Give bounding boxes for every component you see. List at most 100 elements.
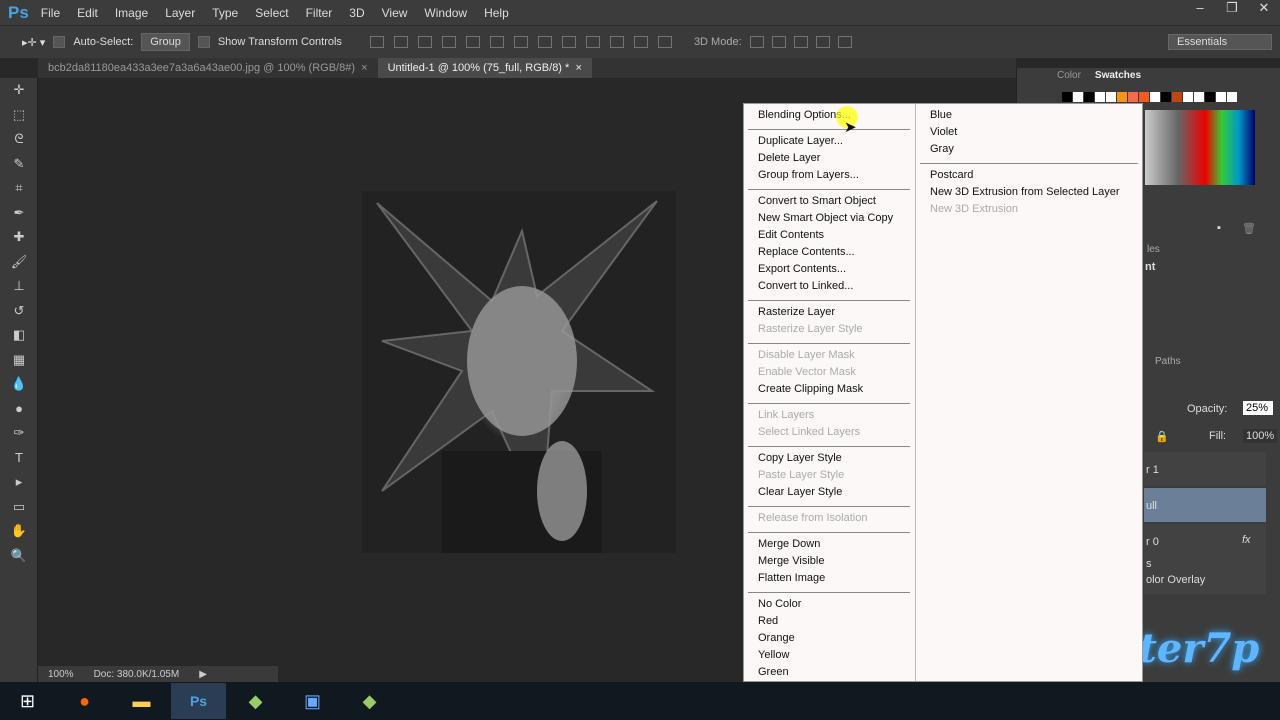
menu-item-convert-to-linked[interactable]: Convert to Linked...: [744, 279, 914, 296]
swatch[interactable]: [1128, 92, 1138, 102]
marquee-tool-icon[interactable]: ⬚: [0, 103, 38, 128]
3d-slide-icon[interactable]: [815, 36, 830, 48]
menu-item-edit-contents[interactable]: Edit Contents: [744, 228, 914, 245]
tab-close-icon[interactable]: ×: [361, 62, 367, 74]
canvas-image[interactable]: [362, 191, 676, 553]
menu-item-new-smart-object-via-copy[interactable]: New Smart Object via Copy: [744, 211, 914, 228]
auto-align-icon[interactable]: [657, 36, 672, 48]
dodge-tool-icon[interactable]: ●: [0, 397, 38, 422]
distribute-right-icon[interactable]: [633, 36, 648, 48]
layer-row[interactable]: r 1: [1144, 452, 1266, 486]
menu-item-green[interactable]: Green: [744, 665, 914, 682]
start-button[interactable]: ⊞: [0, 683, 55, 719]
menu-type[interactable]: Type: [212, 6, 238, 20]
swatch[interactable]: [1062, 92, 1072, 102]
gradient-tool-icon[interactable]: ▦: [0, 348, 38, 373]
type-tool-icon[interactable]: T: [0, 446, 38, 471]
menu-item-export-contents[interactable]: Export Contents...: [744, 262, 914, 279]
menu-select[interactable]: Select: [255, 6, 288, 20]
menu-file[interactable]: File: [41, 6, 60, 20]
eyedropper-tool-icon[interactable]: ✒: [0, 201, 38, 226]
auto-select-checkbox[interactable]: [53, 36, 66, 48]
distribute-vcenter-icon[interactable]: [537, 36, 552, 48]
menu-item-violet[interactable]: Violet: [916, 125, 1142, 142]
zoom-tool-icon[interactable]: 🔍: [0, 544, 38, 569]
swatch[interactable]: [1150, 92, 1160, 102]
crop-tool-icon[interactable]: ⌗: [0, 176, 38, 201]
swatch[interactable]: [1216, 92, 1226, 102]
styles-tab[interactable]: les: [1147, 244, 1160, 255]
new-swatch-icon[interactable]: ▪: [1217, 222, 1221, 234]
quick-select-tool-icon[interactable]: ✎: [0, 152, 38, 177]
menu-image[interactable]: Image: [115, 6, 148, 20]
menu-item-orange[interactable]: Orange: [744, 631, 914, 648]
clone-stamp-tool-icon[interactable]: ⊥: [0, 274, 38, 299]
3d-pan-icon[interactable]: [793, 36, 808, 48]
menu-item-convert-to-smart-object[interactable]: Convert to Smart Object: [744, 194, 914, 211]
swatch[interactable]: [1227, 92, 1237, 102]
zoom-level[interactable]: 100%: [48, 669, 74, 680]
align-left-icon[interactable]: [441, 36, 456, 48]
photoshop-taskbar-icon[interactable]: Ps: [171, 683, 226, 719]
menu-item-new-3d-extrusion-from-selected-layer[interactable]: New 3D Extrusion from Selected Layer: [916, 185, 1142, 202]
history-brush-tool-icon[interactable]: ↺: [0, 299, 38, 324]
menu-item-flatten-image[interactable]: Flatten Image: [744, 571, 914, 588]
swatch[interactable]: [1106, 92, 1116, 102]
menu-item-blending-options[interactable]: Blending Options...: [744, 108, 914, 125]
tab-untitled-1[interactable]: Untitled-1 @ 100% (75_full, RGB/8) * ×: [377, 58, 592, 78]
move-tool-icon[interactable]: ▸✛ ▾: [22, 36, 45, 49]
swatch[interactable]: [1117, 92, 1127, 102]
menu-help[interactable]: Help: [484, 6, 509, 20]
menu-item-group-from-layers[interactable]: Group from Layers...: [744, 168, 914, 185]
layer-row-selected[interactable]: ull: [1144, 488, 1266, 522]
distribute-top-icon[interactable]: [513, 36, 528, 48]
menu-view[interactable]: View: [382, 6, 408, 20]
swatch[interactable]: [1084, 92, 1094, 102]
layer-row[interactable]: r 0 fx s olor Overlay: [1144, 524, 1266, 594]
firefox-icon[interactable]: ●: [57, 683, 112, 719]
delete-swatch-icon[interactable]: 🗑: [1242, 222, 1256, 235]
menu-window[interactable]: Window: [424, 6, 467, 20]
distribute-bottom-icon[interactable]: [561, 36, 576, 48]
pen-tool-icon[interactable]: ✑: [0, 421, 38, 446]
show-transform-checkbox[interactable]: [197, 36, 210, 48]
align-bottom-icon[interactable]: [417, 36, 432, 48]
eraser-tool-icon[interactable]: ◧: [0, 323, 38, 348]
swatch[interactable]: [1095, 92, 1105, 102]
image-viewer-icon[interactable]: ▣: [285, 683, 340, 719]
tab-color[interactable]: Color: [1057, 70, 1081, 81]
lasso-tool-icon[interactable]: ᘓ: [0, 127, 38, 152]
app-icon[interactable]: ◆: [228, 683, 283, 719]
swatch[interactable]: [1205, 92, 1215, 102]
3d-roll-icon[interactable]: [771, 36, 786, 48]
close-button[interactable]: ✕: [1248, 0, 1280, 20]
swatch[interactable]: [1161, 92, 1171, 102]
distribute-hcenter-icon[interactable]: [609, 36, 624, 48]
menu-item-create-clipping-mask[interactable]: Create Clipping Mask: [744, 382, 914, 399]
workspace-select[interactable]: Essentials: [1168, 34, 1272, 50]
menu-item-copy-layer-style[interactable]: Copy Layer Style: [744, 451, 914, 468]
menu-item-red[interactable]: Red: [744, 614, 914, 631]
swatch-grid[interactable]: [1145, 110, 1255, 185]
move-tool-icon[interactable]: ✛: [0, 78, 38, 103]
align-vcenter-icon[interactable]: [393, 36, 408, 48]
lock-icon[interactable]: 🔒: [1155, 430, 1169, 443]
menu-3d[interactable]: 3D: [349, 6, 364, 20]
group-select[interactable]: Group: [141, 33, 190, 51]
menu-item-replace-contents[interactable]: Replace Contents...: [744, 245, 914, 262]
app-icon-2[interactable]: ◆: [342, 683, 397, 719]
menu-item-duplicate-layer[interactable]: Duplicate Layer...: [744, 134, 914, 151]
menu-layer[interactable]: Layer: [165, 6, 195, 20]
menu-item-merge-visible[interactable]: Merge Visible: [744, 554, 914, 571]
restore-button[interactable]: ❐: [1216, 0, 1248, 20]
blur-tool-icon[interactable]: 💧: [0, 372, 38, 397]
opacity-input[interactable]: 25%: [1243, 401, 1273, 415]
path-select-tool-icon[interactable]: ▸: [0, 470, 38, 495]
menu-item-merge-down[interactable]: Merge Down: [744, 537, 914, 554]
swatch[interactable]: [1139, 92, 1149, 102]
menu-item-gray[interactable]: Gray: [916, 142, 1142, 159]
hand-tool-icon[interactable]: ✋: [0, 519, 38, 544]
distribute-left-icon[interactable]: [585, 36, 600, 48]
brush-tool-icon[interactable]: 🖌: [0, 250, 38, 275]
menu-item-blue[interactable]: Blue: [916, 108, 1142, 125]
